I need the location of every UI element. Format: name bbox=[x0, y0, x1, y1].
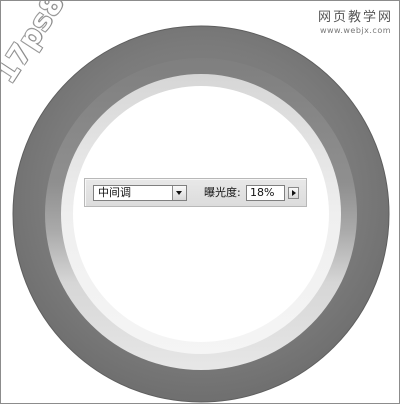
chevron-down-icon[interactable] bbox=[172, 186, 186, 200]
range-dropdown[interactable]: 中间调 bbox=[93, 185, 187, 201]
site-watermark: 网页教学网 www.webjx.com bbox=[317, 10, 393, 35]
site-url: www.webjx.com bbox=[319, 25, 392, 35]
ring-center bbox=[73, 86, 329, 342]
site-name: 网页教学网 bbox=[317, 10, 393, 25]
image-canvas: 17ps8.com 网页教学网 www.webjx.com 中间调 曝光度: 1… bbox=[0, 0, 400, 404]
exposure-input[interactable]: 18% bbox=[246, 185, 285, 201]
play-arrow-icon[interactable] bbox=[288, 187, 299, 199]
dodge-options-bar: 中间调 曝光度: 18% bbox=[84, 178, 307, 207]
exposure-label: 曝光度: bbox=[204, 186, 241, 199]
range-dropdown-value: 中间调 bbox=[98, 186, 131, 199]
